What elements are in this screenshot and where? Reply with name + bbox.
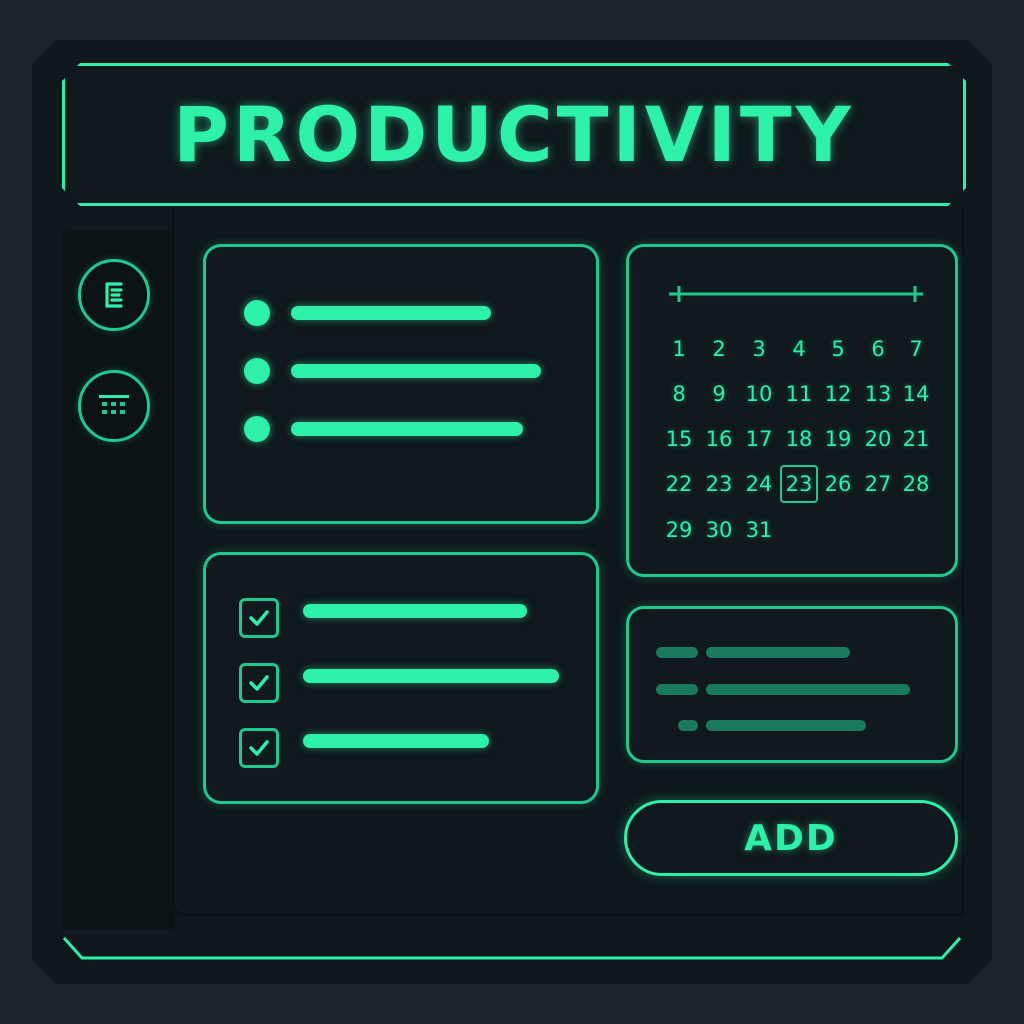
calendar-icon	[99, 395, 129, 414]
calendar-day[interactable]: 17	[740, 420, 778, 458]
calendar-day[interactable]: 12	[819, 375, 857, 413]
task-checkbox[interactable]	[239, 663, 279, 703]
detail-line	[706, 720, 866, 731]
task-item[interactable]	[303, 734, 489, 748]
task-checkbox[interactable]	[239, 728, 279, 768]
sidebar	[62, 230, 174, 930]
calendar-day[interactable]: 1	[660, 330, 698, 368]
calendar-day[interactable]: 15	[660, 420, 698, 458]
calendar-range-slider[interactable]	[665, 284, 927, 304]
calendar-day[interactable]: 8	[660, 375, 698, 413]
calendar-day-selected[interactable]: 23	[780, 465, 818, 503]
details-panel	[626, 606, 958, 763]
task-checkbox[interactable]	[239, 598, 279, 638]
calendar-day[interactable]: 23	[700, 465, 738, 503]
list-item[interactable]	[291, 364, 541, 378]
bullet-icon	[244, 300, 270, 326]
calendar-day[interactable]: 26	[819, 465, 857, 503]
calendar-day[interactable]: 24	[740, 465, 778, 503]
calendar-day[interactable]: 28	[897, 465, 935, 503]
calendar-day[interactable]: 20	[859, 420, 897, 458]
checkmark-icon	[249, 740, 269, 756]
calendar-day[interactable]: 7	[897, 330, 935, 368]
calendar-day[interactable]: 9	[700, 375, 738, 413]
bottom-accent-bar	[62, 936, 962, 960]
calendar-day[interactable]: 14	[897, 375, 935, 413]
page-title: PRODUCTIVITY	[173, 90, 855, 179]
detail-line	[706, 647, 850, 658]
calendar-day[interactable]: 10	[740, 375, 778, 413]
calendar-day[interactable]: 22	[660, 465, 698, 503]
calendar-day[interactable]: 16	[700, 420, 738, 458]
calendar-day[interactable]: 13	[859, 375, 897, 413]
calendar-day[interactable]: 31	[740, 511, 778, 549]
calendar-day[interactable]: 18	[780, 420, 818, 458]
sidebar-item-lists[interactable]	[78, 259, 150, 331]
calendar-day[interactable]: 6	[859, 330, 897, 368]
sidebar-item-calendar[interactable]	[78, 370, 150, 442]
calendar-day[interactable]: 19	[819, 420, 857, 458]
header: PRODUCTIVITY	[62, 63, 966, 206]
calendar-day[interactable]: 4	[780, 330, 818, 368]
task-item[interactable]	[303, 669, 559, 683]
add-button[interactable]: ADD	[624, 800, 958, 876]
list-menu-icon	[105, 282, 123, 308]
calendar-day[interactable]: 5	[819, 330, 857, 368]
list-item[interactable]	[291, 422, 523, 436]
calendar-day[interactable]: 30	[700, 511, 738, 549]
checklist-panel	[203, 552, 599, 804]
list-item[interactable]	[291, 306, 491, 320]
detail-line	[706, 684, 910, 695]
calendar-day[interactable]: 2	[700, 330, 738, 368]
task-item[interactable]	[303, 604, 527, 618]
calendar-day[interactable]: 11	[780, 375, 818, 413]
detail-tag	[656, 684, 698, 695]
checkmark-icon	[249, 610, 269, 626]
checkmark-icon	[249, 675, 269, 691]
bullet-icon	[244, 416, 270, 442]
detail-tag	[678, 720, 698, 731]
calendar-day[interactable]: 29	[660, 511, 698, 549]
detail-tag	[656, 647, 698, 658]
notes-list-panel	[203, 244, 599, 524]
calendar-day[interactable]: 3	[740, 330, 778, 368]
bullet-icon	[244, 358, 270, 384]
calendar-panel: 1 2 3 4 5 6 7 8 9 10 11 12 13 14 15 16 17 18 19 20 21 22 23 24 2…	[626, 244, 958, 577]
calendar-day[interactable]: 21	[897, 420, 935, 458]
calendar-day[interactable]: 27	[859, 465, 897, 503]
